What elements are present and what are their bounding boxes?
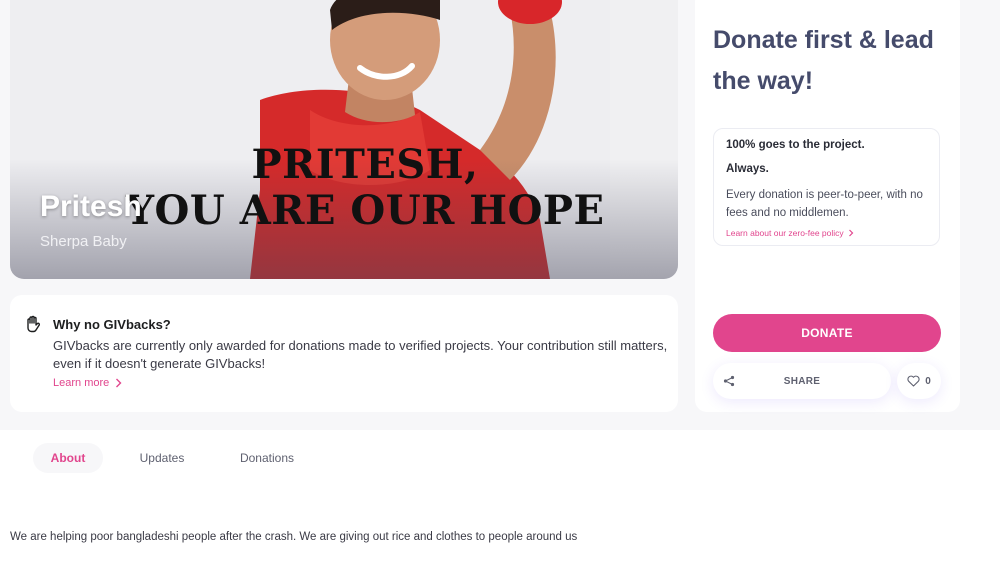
project-title: Pritesh	[40, 190, 142, 223]
promise-line-2: Always.	[726, 163, 769, 175]
project-hero-image: PRITESH, YOU ARE OUR HOPE Pritesh Sherpa…	[10, 0, 678, 279]
like-count: 0	[925, 375, 931, 387]
promise-line-1: 100% goes to the project.	[726, 139, 865, 151]
share-label: SHARE	[783, 375, 821, 387]
learn-more-label: Learn more	[53, 377, 110, 389]
learn-more-link[interactable]: Learn more	[53, 377, 122, 389]
share-icon	[723, 375, 735, 387]
banner-line-2: YOU ARE OUR HOPE	[125, 187, 605, 234]
zero-fee-policy-label: Learn about our zero-fee policy	[726, 228, 844, 238]
project-tabs: About Updates Donations	[0, 430, 1000, 486]
project-description: We are helping poor bangladeshi people a…	[10, 531, 578, 543]
hero-banner-text: PRITESH, YOU ARE OUR HOPE	[120, 142, 610, 234]
zero-fee-box: 100% goes to the project. Always. Every …	[713, 128, 940, 246]
promise-body: Every donation is peer-to-peer, with no …	[726, 189, 923, 219]
chevron-right-icon	[848, 229, 854, 237]
donate-heading: Donate first & lead the way!	[713, 26, 934, 95]
chevron-right-icon	[116, 378, 122, 388]
tab-about[interactable]: About	[33, 443, 103, 473]
donate-button[interactable]: DONATE	[713, 314, 941, 352]
project-author[interactable]: Sherpa Baby	[40, 233, 127, 250]
tab-updates[interactable]: Updates	[127, 443, 197, 473]
notice-body: GIVbacks are currently only awarded for …	[53, 338, 668, 371]
donate-panel: Donate first & lead the way! 100% goes t…	[695, 0, 960, 412]
heart-icon	[907, 375, 920, 387]
notice-title: Why no GIVbacks?	[53, 317, 171, 332]
tab-donations[interactable]: Donations	[230, 443, 304, 473]
hand-stop-icon	[27, 315, 41, 333]
banner-line-1: PRITESH,	[251, 141, 479, 188]
share-button[interactable]: SHARE	[713, 363, 891, 399]
zero-fee-policy-link[interactable]: Learn about our zero-fee policy	[726, 228, 854, 238]
givbacks-notice: Why no GIVbacks? GIVbacks are currently …	[10, 295, 678, 412]
like-button[interactable]: 0	[897, 363, 941, 399]
